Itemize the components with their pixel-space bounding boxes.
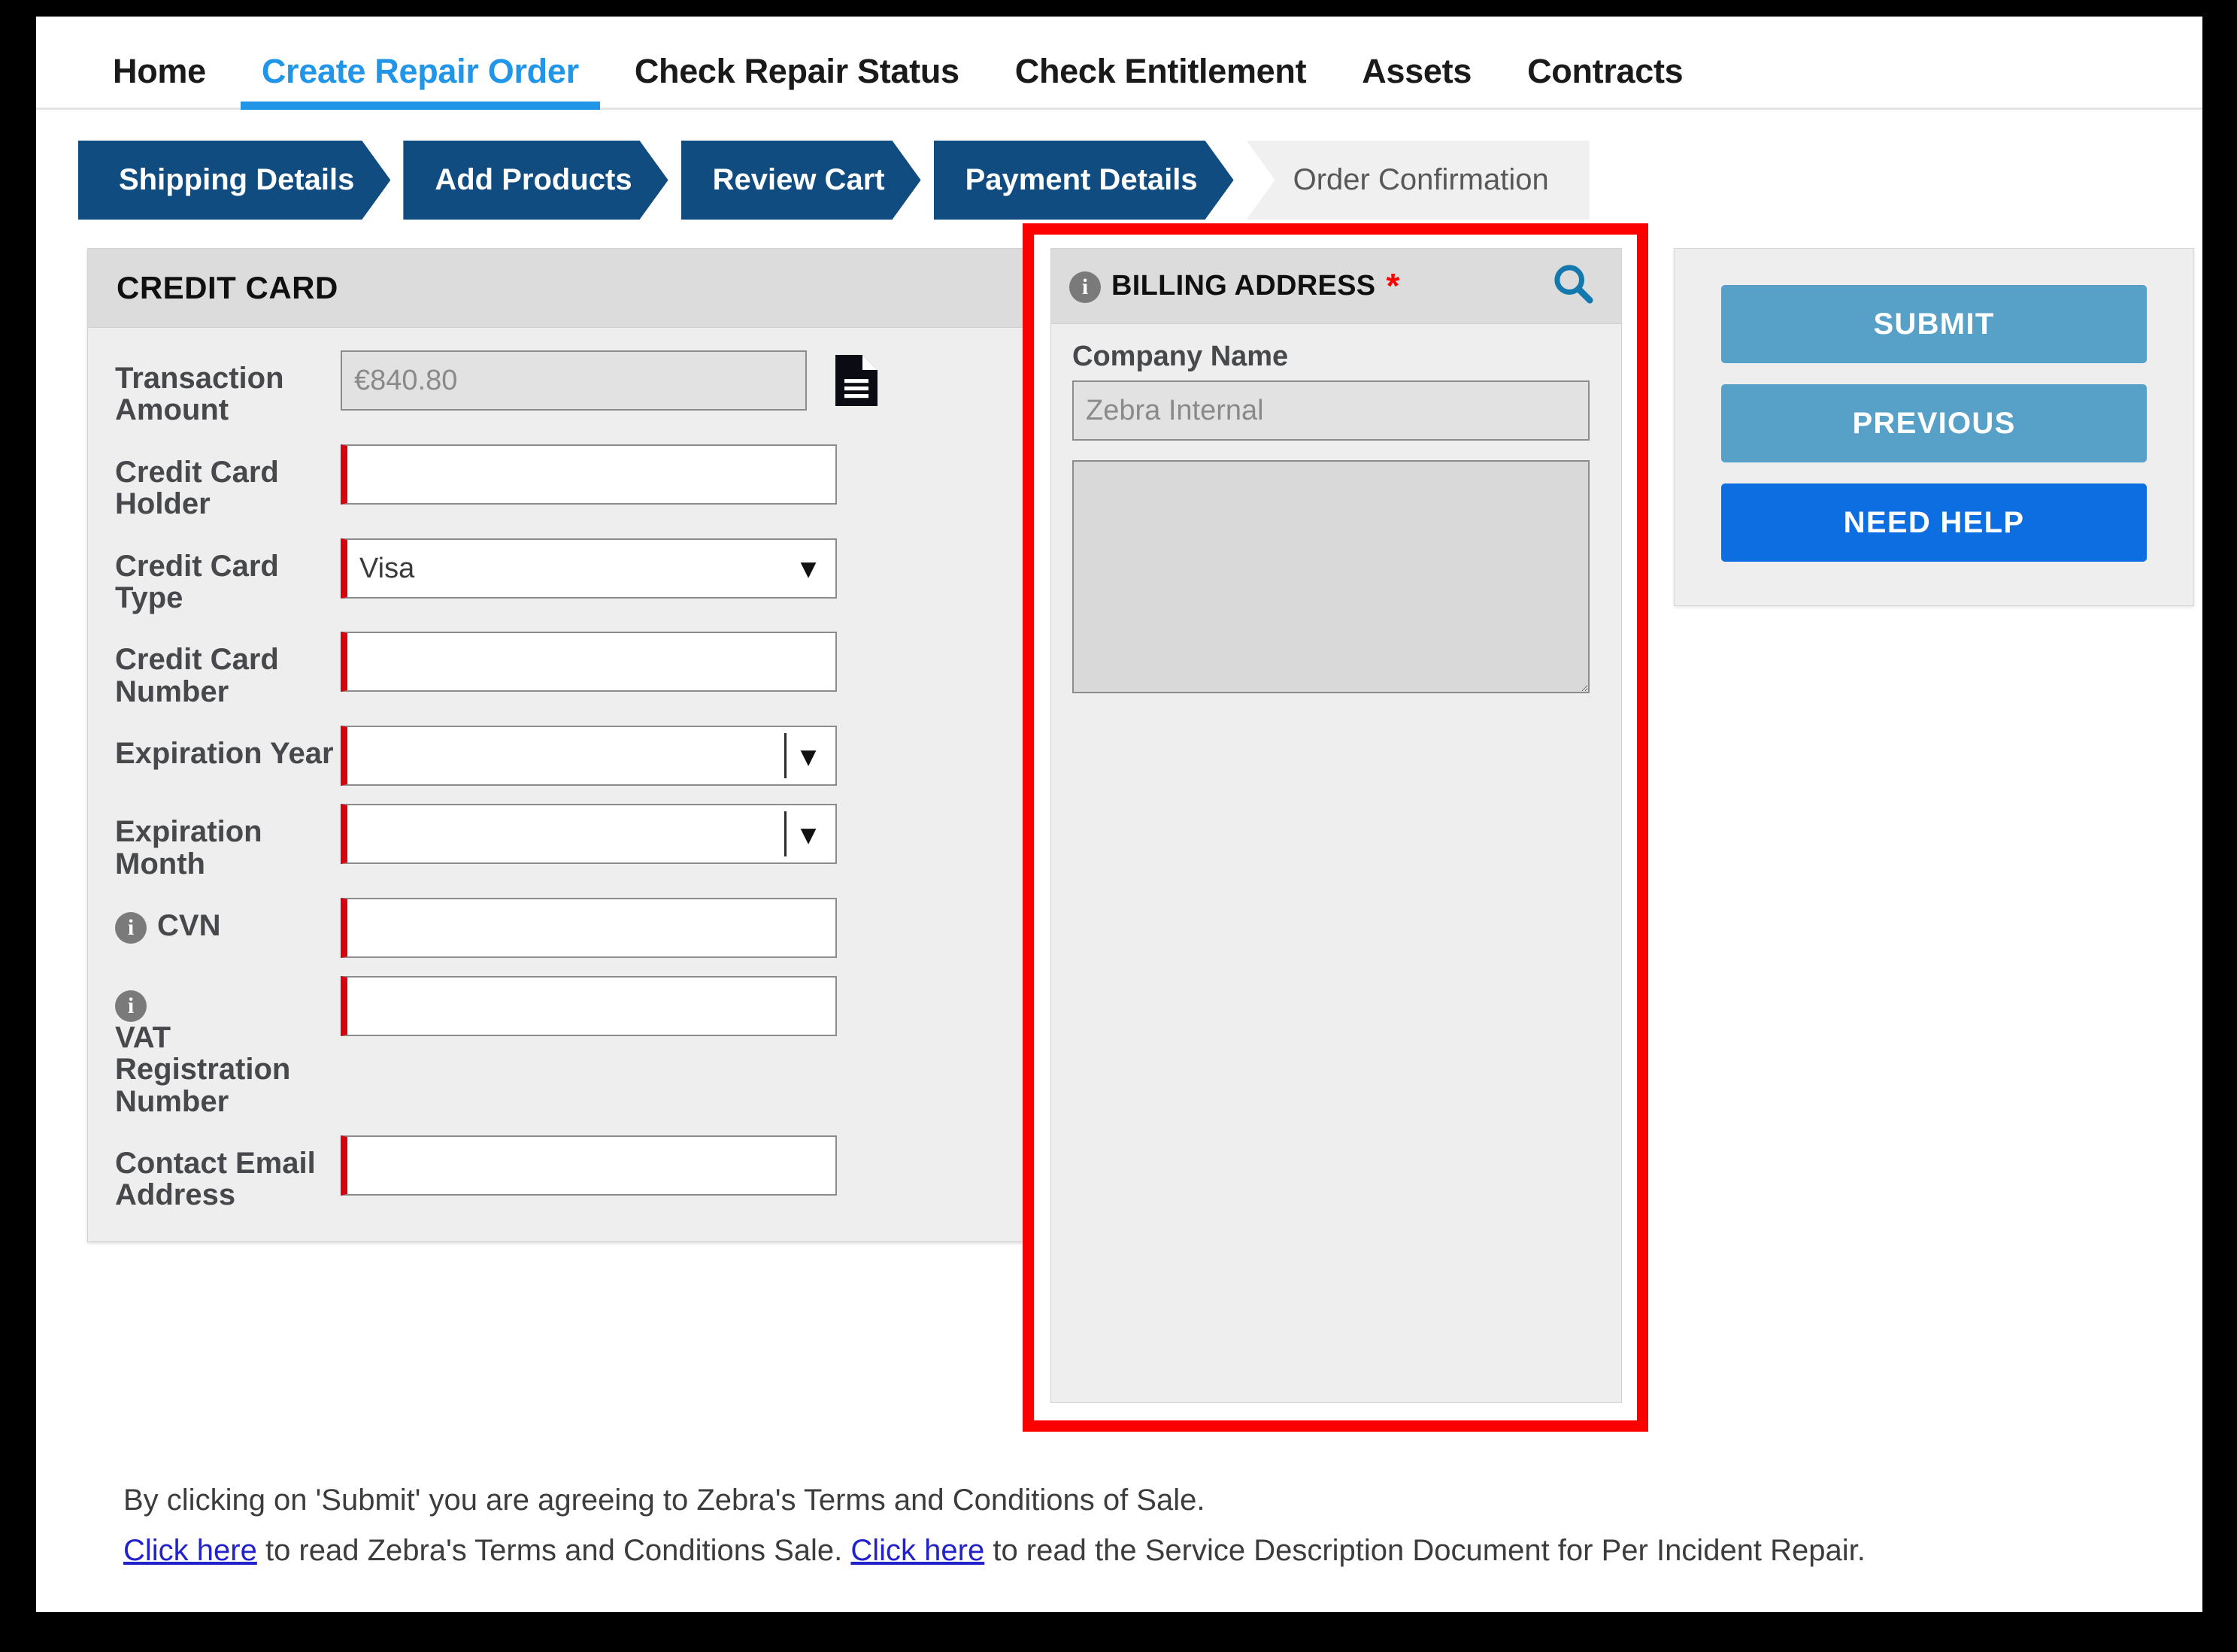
field-row-expiration-year: Expiration Year ▾ bbox=[88, 726, 1023, 787]
control-expiration-month: ▾ bbox=[341, 804, 996, 865]
action-button-panel: SUBMIT PREVIOUS NEED HELP bbox=[1674, 248, 2194, 606]
checkout-step-breadcrumb: Shipping Details Add Products Review Car… bbox=[78, 141, 1602, 220]
field-row-transaction-amount: Transaction Amount bbox=[88, 350, 1023, 426]
terms-footer: By clicking on 'Submit' you are agreeing… bbox=[36, 1475, 2202, 1576]
cvn-input[interactable] bbox=[341, 897, 837, 958]
nav-item-check-repair-status[interactable]: Check Repair Status bbox=[614, 52, 981, 108]
submit-button[interactable]: SUBMIT bbox=[1721, 285, 2147, 363]
control-credit-card-number bbox=[341, 632, 996, 693]
expiration-year-select[interactable] bbox=[341, 726, 837, 787]
billing-address-textarea[interactable] bbox=[1072, 460, 1590, 693]
nav-item-list: Home Create Repair Order Check Repair St… bbox=[36, 17, 2202, 110]
label-transaction-amount: Transaction Amount bbox=[115, 362, 284, 427]
control-credit-card-holder bbox=[341, 444, 996, 505]
contact-email-address-input[interactable] bbox=[341, 1135, 837, 1196]
top-navigation-bar: Home Create Repair Order Check Repair St… bbox=[36, 17, 2202, 110]
label-credit-card-number: Credit Card Number bbox=[115, 643, 279, 708]
label-contact-email-address: Contact Email Address bbox=[115, 1147, 316, 1212]
expiration-month-select[interactable] bbox=[341, 804, 837, 865]
document-icon[interactable] bbox=[834, 353, 879, 411]
step-order-confirmation: Order Confirmation bbox=[1246, 141, 1590, 220]
label-vat-registration-number: i VAT Registration Number bbox=[115, 976, 341, 1117]
step-payment-details[interactable]: Payment Details bbox=[934, 141, 1234, 220]
label-expiration-year: Expiration Year bbox=[115, 737, 334, 771]
credit-card-type-select-wrap: Visa ▾ bbox=[341, 538, 837, 599]
terms-line-2: Click here to read Zebra's Terms and Con… bbox=[123, 1526, 2202, 1576]
terms-link-1[interactable]: Click here bbox=[123, 1534, 257, 1567]
control-credit-card-type: Visa ▾ bbox=[341, 538, 996, 599]
billing-address-form: Company Name bbox=[1051, 324, 1621, 697]
main-content: CREDIT CARD Transaction Amount €840.80 C… bbox=[36, 223, 2202, 1432]
credit-card-number-input[interactable] bbox=[341, 632, 837, 693]
page-root: Home Create Repair Order Check Repair St… bbox=[36, 17, 2202, 1612]
control-transaction-amount bbox=[341, 350, 996, 411]
field-row-credit-card-holder: Credit Card Holder bbox=[88, 444, 1023, 520]
credit-card-panel: CREDIT CARD Transaction Amount €840.80 C… bbox=[87, 248, 1023, 1242]
step-review-cart[interactable]: Review Cart bbox=[681, 141, 921, 220]
company-name-input[interactable] bbox=[1072, 380, 1590, 441]
credit-card-panel-header: CREDIT CARD bbox=[88, 249, 1023, 328]
label-credit-card-type: Credit Card Type bbox=[115, 549, 279, 614]
field-row-cvn: i CVN bbox=[88, 897, 1023, 958]
need-help-button[interactable]: NEED HELP bbox=[1721, 483, 2147, 562]
terms-link-2[interactable]: Click here bbox=[850, 1534, 984, 1567]
billing-address-title: BILLING ADDRESS bbox=[1111, 270, 1376, 302]
terms-text-end: to read the Service Description Document… bbox=[984, 1534, 1866, 1568]
nav-item-check-entitlement[interactable]: Check Entitlement bbox=[994, 52, 1328, 108]
credit-card-holder-input[interactable] bbox=[341, 444, 837, 505]
control-vat-registration-number bbox=[341, 975, 996, 1036]
label-cvn: i CVN bbox=[115, 898, 341, 944]
info-icon[interactable]: i bbox=[1069, 271, 1101, 303]
company-name-label: Company Name bbox=[1072, 341, 1289, 372]
credit-card-type-select[interactable]: Visa bbox=[341, 538, 837, 599]
step-shipping-details[interactable]: Shipping Details bbox=[78, 141, 390, 220]
control-expiration-year: ▾ bbox=[341, 726, 996, 787]
terms-line-1: By clicking on 'Submit' you are agreeing… bbox=[123, 1484, 1205, 1517]
control-cvn bbox=[341, 897, 996, 958]
field-row-expiration-month: Expiration Month ▾ bbox=[88, 804, 1023, 880]
control-contact-email-address bbox=[341, 1135, 996, 1196]
billing-address-panel: i BILLING ADDRESS * Company Name bbox=[1050, 248, 1622, 1403]
nav-item-assets[interactable]: Assets bbox=[1341, 52, 1493, 108]
nav-item-home[interactable]: Home bbox=[92, 52, 227, 108]
screenshot-frame: Home Create Repair Order Check Repair St… bbox=[0, 0, 2237, 1652]
vat-registration-number-input[interactable] bbox=[341, 975, 837, 1036]
terms-text-mid: to read Zebra's Terms and Conditions Sal… bbox=[256, 1534, 851, 1568]
expiration-month-select-wrap: ▾ bbox=[341, 804, 837, 865]
step-add-products[interactable]: Add Products bbox=[403, 141, 668, 220]
credit-card-form: Transaction Amount €840.80 Credit Card H… bbox=[88, 328, 1023, 1241]
nav-item-create-repair-order[interactable]: Create Repair Order bbox=[240, 52, 600, 110]
field-row-credit-card-number: Credit Card Number bbox=[88, 632, 1023, 708]
info-icon[interactable]: i bbox=[115, 911, 147, 944]
info-icon[interactable]: i bbox=[115, 990, 147, 1022]
credit-card-title: CREDIT CARD bbox=[117, 270, 338, 305]
nav-item-contracts[interactable]: Contracts bbox=[1506, 52, 1704, 108]
billing-address-panel-header: i BILLING ADDRESS * bbox=[1051, 249, 1621, 324]
field-row-credit-card-type: Credit Card Type Visa ▾ bbox=[88, 538, 1023, 614]
previous-button[interactable]: PREVIOUS bbox=[1721, 384, 2147, 462]
label-credit-card-holder: Credit Card Holder bbox=[115, 455, 279, 521]
field-row-contact-email-address: Contact Email Address bbox=[88, 1135, 1023, 1211]
expiration-year-select-wrap: ▾ bbox=[341, 726, 837, 787]
field-row-vat-registration-number: i VAT Registration Number bbox=[88, 975, 1023, 1117]
required-asterisk: * bbox=[1386, 266, 1400, 306]
label-expiration-month: Expiration Month bbox=[115, 815, 262, 881]
transaction-amount-input bbox=[341, 350, 807, 411]
search-icon[interactable] bbox=[1550, 261, 1597, 311]
